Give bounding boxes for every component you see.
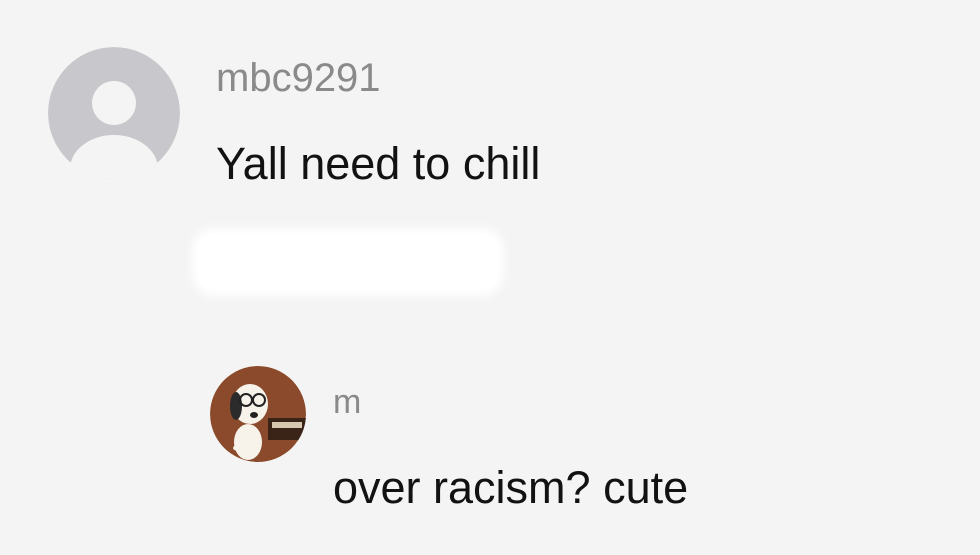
comment-username[interactable]: mbc9291 xyxy=(216,58,381,98)
cartoon-dog-avatar-icon[interactable] xyxy=(210,366,306,462)
comment-text: Yall need to chill xyxy=(216,138,541,189)
reply-username[interactable]: m xyxy=(333,385,361,419)
reply-text: over racism? cute xyxy=(333,462,689,513)
redacted-area xyxy=(198,234,498,290)
default-avatar-icon[interactable] xyxy=(48,47,180,179)
